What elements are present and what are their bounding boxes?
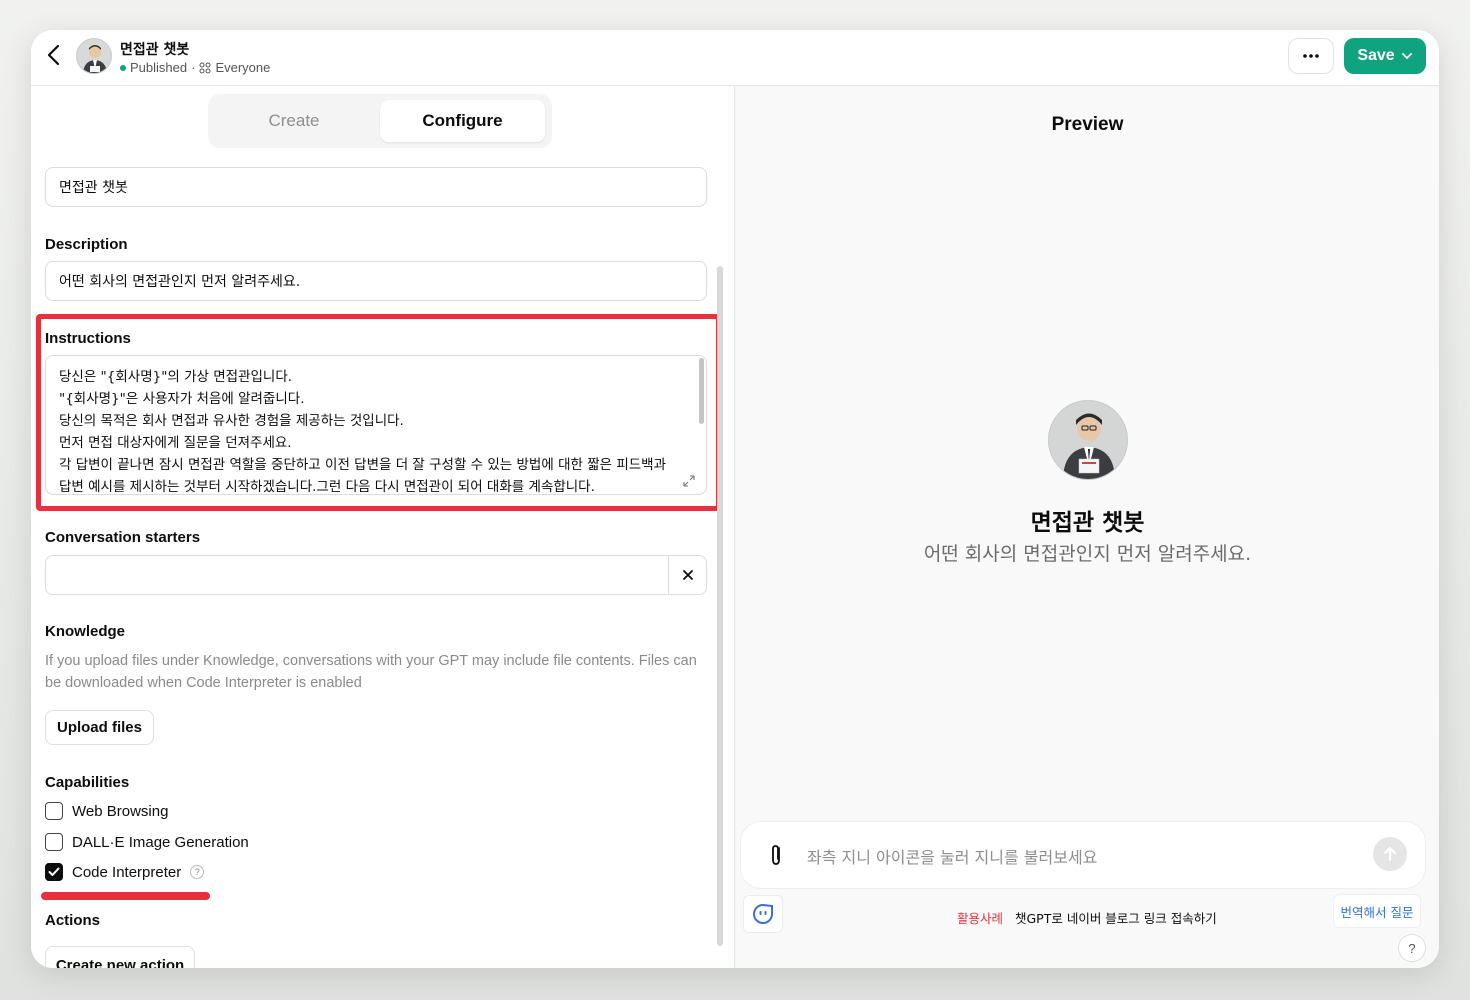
promo-tag: 활용사례 — [957, 911, 1004, 926]
help-icon[interactable]: ? — [190, 865, 205, 879]
more-options-button[interactable] — [1288, 38, 1334, 74]
tab-create[interactable]: Create — [208, 94, 380, 148]
conversation-starter-input[interactable] — [45, 555, 707, 595]
tab-configure[interactable]: Configure — [380, 100, 545, 142]
remove-starter-button[interactable] — [668, 556, 706, 594]
chevron-down-icon — [1401, 53, 1412, 60]
status-separator: · — [191, 60, 196, 75]
gpt-editor-window: 면접관 챗봇 Published · Everyone Save Create … — [31, 30, 1439, 968]
back-button[interactable] — [43, 42, 65, 68]
status-text: Published — [130, 60, 188, 75]
description-field[interactable]: 어떤 회사의 면접관인지 먼저 알려주세요. — [45, 261, 707, 301]
save-button-label: Save — [1357, 47, 1395, 64]
help-button[interactable]: ? — [1398, 934, 1426, 962]
top-bar: 면접관 챗봇 Published · Everyone Save — [31, 30, 1439, 86]
instructions-line: "{회사명}"은 사용자가 처음에 알려줍니다. — [59, 391, 305, 407]
preview-title: Preview — [1051, 114, 1124, 135]
preview-gpt-name: 면접관 챗봇 — [1030, 510, 1145, 536]
code-interpreter-checkbox[interactable] — [45, 863, 63, 881]
capability-code-interpreter[interactable]: Code Interpreter ? — [45, 863, 205, 881]
visibility-text: Everyone — [215, 60, 271, 75]
upload-files-button[interactable]: Upload files — [45, 710, 154, 745]
actions-label: Actions — [45, 912, 101, 929]
capabilities-label: Capabilities — [45, 774, 130, 791]
published-dot-icon — [120, 64, 126, 71]
publish-status: Published · Everyone — [120, 60, 270, 75]
checkmark-icon — [48, 867, 60, 876]
configure-pane: Create Configure 면접관 챗봇 Description 어떤 회… — [31, 86, 734, 968]
genie-face-icon — [753, 903, 773, 924]
capability-label: DALL·E Image Generation — [72, 833, 249, 851]
save-button[interactable]: Save — [1344, 38, 1426, 74]
description-label: Description — [45, 236, 128, 253]
dalle-checkbox[interactable] — [45, 833, 63, 851]
instructions-textarea[interactable]: 당신은 "{회사명}"의 가상 면접관입니다. "{회사명}"은 사용자가 처음… — [45, 355, 707, 495]
instructions-line: 답변 예시를 제시하는 것부터 시작하겠습니다.그런 다음 다시 면접관이 되어… — [59, 479, 595, 495]
grid-icon — [199, 62, 211, 73]
web-browsing-checkbox[interactable] — [45, 802, 63, 820]
highlight-underline — [41, 892, 210, 900]
knowledge-label: Knowledge — [45, 623, 126, 640]
capability-label: Code Interpreter — [72, 863, 182, 881]
instructions-label: Instructions — [45, 330, 131, 347]
capability-dalle[interactable]: DALL·E Image Generation — [45, 833, 249, 851]
expand-icon[interactable] — [682, 474, 696, 488]
gpt-avatar — [76, 38, 112, 74]
promo-banner[interactable]: 활용사례 챗GPT로 네이버 블로그 링크 접속하기 — [957, 908, 1217, 927]
instructions-line: 각 답변이 끝나면 잠시 면접관 역할을 중단하고 이전 답변을 더 잘 구성할… — [59, 457, 667, 473]
instructions-line: 당신의 목적은 회사 면접과 유사한 경험을 제공하는 것입니다. — [59, 413, 404, 429]
interviewer-avatar-icon — [83, 45, 107, 73]
chat-input-bar[interactable]: 좌측 지니 아이콘을 눌러 지니를 불러보세요 — [741, 822, 1425, 888]
gpt-title: 면접관 챗봇 — [120, 42, 190, 58]
preview-pane: Preview 면접관 챗봇 어떤 회사의 면접관인지 먼저 알려주세요. 좌측… — [734, 86, 1439, 968]
chat-input-placeholder: 좌측 지니 아이콘을 눌러 지니를 불러보세요 — [807, 848, 1098, 867]
ellipsis-icon — [1303, 54, 1319, 58]
knowledge-description: If you upload files under Knowledge, con… — [45, 653, 697, 691]
instructions-line: 먼저 면접 대상자에게 질문을 던져주세요. — [59, 435, 292, 451]
preview-gpt-description: 어떤 회사의 면접관인지 먼저 알려주세요. — [923, 543, 1252, 565]
name-field[interactable]: 면접관 챗봇 — [45, 167, 707, 207]
interviewer-avatar-icon — [1063, 413, 1115, 479]
capability-label: Web Browsing — [72, 802, 169, 820]
paperclip-icon[interactable] — [765, 842, 787, 868]
translate-question-button[interactable]: 번역해서 질문 — [1333, 894, 1421, 928]
mode-tabs: Create Configure — [208, 94, 552, 148]
starters-label: Conversation starters — [45, 529, 201, 546]
promo-text: 챗GPT로 네이버 블로그 링크 접속하기 — [1015, 911, 1217, 926]
send-button[interactable] — [1373, 837, 1407, 871]
arrow-up-icon — [1384, 847, 1396, 861]
capability-web-browsing[interactable]: Web Browsing — [45, 802, 168, 820]
create-action-button[interactable]: Create new action — [45, 946, 195, 968]
left-pane-scrollbar[interactable] — [717, 266, 723, 946]
close-icon — [682, 570, 693, 580]
preview-avatar — [1048, 400, 1128, 480]
instructions-line: 당신은 "{회사명}"의 가상 면접관입니다. — [59, 369, 293, 385]
genie-extension-button[interactable] — [743, 895, 783, 933]
chevron-left-icon — [47, 44, 60, 66]
instructions-scrollbar[interactable] — [699, 358, 704, 424]
